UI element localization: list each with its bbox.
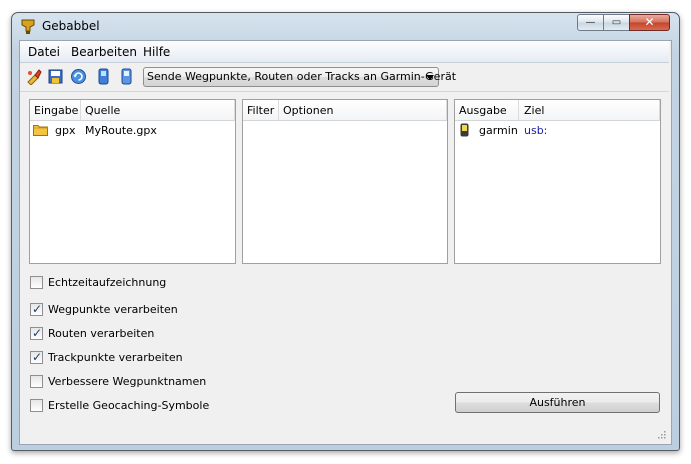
refresh-icon[interactable] xyxy=(70,68,87,85)
app-icon xyxy=(21,19,35,34)
header-filter[interactable]: Filter xyxy=(247,104,274,117)
column-separator xyxy=(446,100,447,120)
close-icon: ✕ xyxy=(644,15,655,29)
column-separator xyxy=(80,100,81,120)
maximize-button[interactable]: ▭ xyxy=(603,14,630,31)
column-separator xyxy=(278,100,279,120)
header-optionen[interactable]: Optionen xyxy=(283,104,333,117)
clear-icon[interactable] xyxy=(25,68,42,85)
menu-datei[interactable]: Datei xyxy=(28,45,60,59)
output-type: garmin xyxy=(479,124,518,137)
minimize-icon: — xyxy=(585,17,596,28)
input-type: gpx xyxy=(55,124,76,137)
column-separator xyxy=(234,100,235,120)
checkbox-trackpunkte[interactable]: ✓ xyxy=(30,350,43,364)
menu-hilfe[interactable]: Hilfe xyxy=(143,45,170,59)
header-eingabe[interactable]: Eingabe xyxy=(34,104,78,117)
column-separator xyxy=(659,100,660,120)
save-icon[interactable] xyxy=(47,68,64,85)
check-icon: ✓ xyxy=(32,350,43,364)
checkbox-wegpunkte[interactable]: ✓ xyxy=(30,302,43,316)
close-button[interactable]: ✕ xyxy=(629,14,670,31)
label-routen: Routen verarbeiten xyxy=(48,327,155,340)
window-title: Gebabbel xyxy=(42,19,100,33)
menu-bearbeiten[interactable]: Bearbeiten xyxy=(71,45,137,59)
resize-grip-icon[interactable] xyxy=(656,429,666,439)
label-wegpunkte: Wegpunkte verarbeiten xyxy=(48,303,178,316)
header-quelle[interactable]: Quelle xyxy=(85,104,120,117)
run-button-label: Ausführen xyxy=(529,396,586,409)
label-echtzeitaufzeichnung: Echtzeitaufzeichnung xyxy=(48,276,167,289)
check-icon: ✓ xyxy=(32,302,43,316)
maximize-icon: ▭ xyxy=(611,17,622,28)
header-ziel[interactable]: Ziel xyxy=(524,104,544,117)
checkbox-wegpunktnamen[interactable] xyxy=(30,375,43,388)
checkbox-echtzeitaufzeichnung[interactable] xyxy=(30,276,43,289)
folder-icon xyxy=(33,125,48,136)
column-separator xyxy=(518,100,519,120)
output-target: usb: xyxy=(524,124,548,137)
label-wegpunktnamen: Verbessere Wegpunktnamen xyxy=(48,375,207,388)
input-source: MyRoute.gpx xyxy=(85,124,157,137)
header-ausgabe[interactable]: Ausgabe xyxy=(459,104,507,117)
check-icon: ✓ xyxy=(32,326,43,340)
checkbox-geocaching[interactable] xyxy=(30,399,43,412)
minimize-button[interactable]: — xyxy=(577,14,604,31)
label-geocaching: Erstelle Geocaching-Symbole xyxy=(48,399,210,412)
label-trackpunkte: Trackpunkte verarbeiten xyxy=(48,351,183,364)
checkbox-routen[interactable]: ✓ xyxy=(30,326,43,340)
gps-device-icon xyxy=(460,123,469,137)
import-icon[interactable] xyxy=(95,68,112,85)
action-combobox-value: Sende Wegpunkte, Routen oder Tracks an G… xyxy=(147,70,457,83)
filter-panel[interactable] xyxy=(242,99,448,264)
chevron-down-icon[interactable] xyxy=(426,75,434,80)
export-icon[interactable] xyxy=(118,68,135,85)
